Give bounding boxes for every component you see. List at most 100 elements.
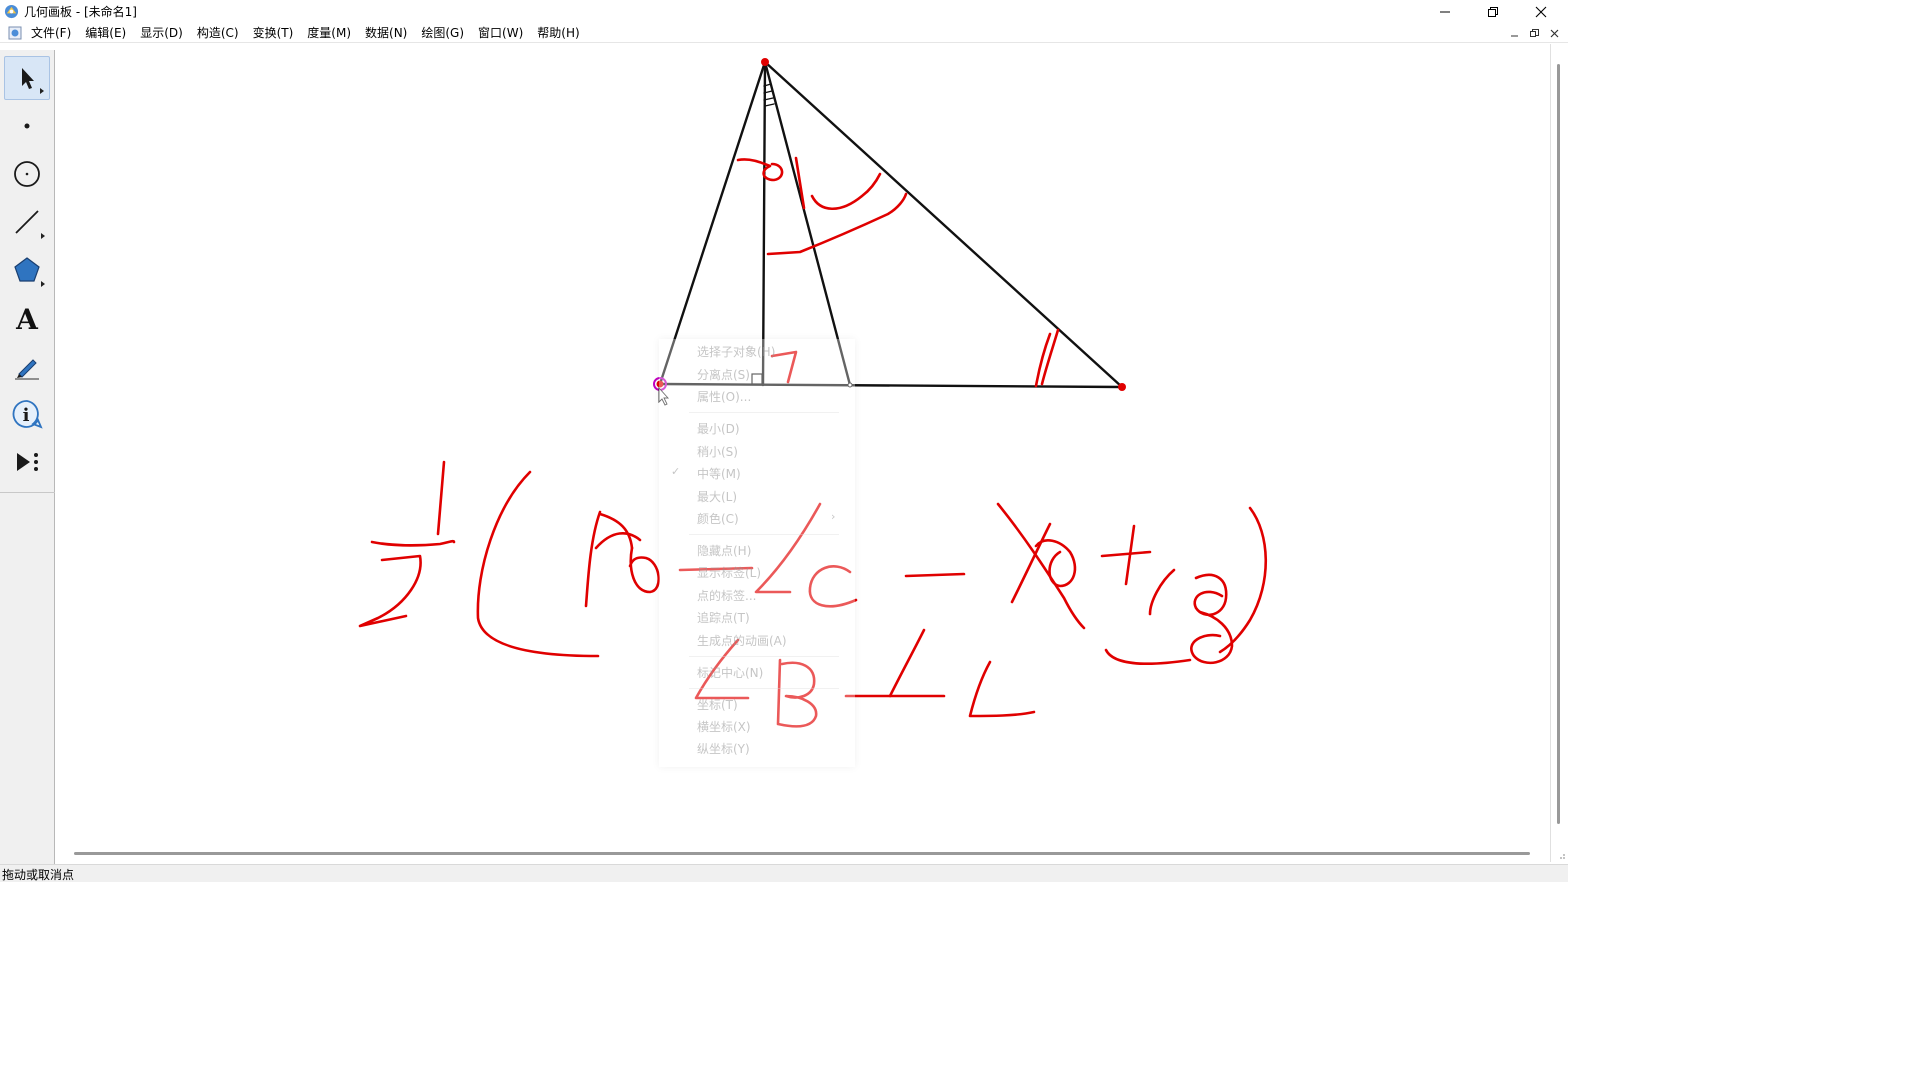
- ink-stroke: [628, 546, 660, 594]
- submenu-arrow-icon: ›: [831, 510, 836, 523]
- doc-restore-button[interactable]: [1524, 25, 1544, 41]
- ink-stroke: [888, 628, 926, 698]
- segment-median[interactable]: [763, 60, 852, 387]
- ink-stroke: [996, 502, 1086, 630]
- menu-item-size-medium[interactable]: 中等(M): [697, 465, 741, 482]
- polygon-tool[interactable]: [4, 248, 50, 292]
- menu-item-select-child[interactable]: 选择子对象(H): [697, 343, 775, 360]
- ink-stroke: [1034, 328, 1060, 388]
- menu-item-size-smallest[interactable]: 最小(D): [697, 420, 740, 437]
- vertical-scrollbar[interactable]: [1550, 44, 1568, 862]
- menu-help[interactable]: 帮助(H): [530, 23, 586, 43]
- doc-minimize-button[interactable]: [1504, 25, 1524, 41]
- horizontal-scroll-thumb[interactable]: [74, 852, 1530, 855]
- menu-separator: [689, 412, 839, 413]
- text-tool[interactable]: A: [4, 296, 50, 340]
- custom-tool[interactable]: [4, 440, 50, 484]
- circle-icon: [14, 161, 40, 187]
- more-tools-indicator: [40, 88, 44, 94]
- horizontal-scrollbar[interactable]: [56, 846, 1550, 862]
- menu-item-animate-point[interactable]: 生成点的动画(A): [697, 632, 787, 649]
- ink-stroke: [766, 192, 908, 256]
- ink-stroke: [904, 572, 966, 578]
- segment-altitude[interactable]: [761, 60, 767, 387]
- ink-stroke: [1010, 522, 1052, 604]
- menu-window[interactable]: 窗口(W): [471, 23, 530, 43]
- menu-item-hide-point[interactable]: 隐藏点(H): [697, 542, 751, 559]
- status-bar: 拖动或取消点: [0, 864, 1568, 882]
- restore-button[interactable]: [1470, 0, 1516, 23]
- more-tools-indicator: [41, 233, 45, 239]
- menu-file[interactable]: 文件(F): [24, 23, 78, 43]
- marker-tool[interactable]: [4, 344, 50, 388]
- vertex-right-point[interactable]: [1118, 383, 1126, 391]
- ink-stroke: [476, 470, 600, 658]
- point-icon: [24, 123, 30, 129]
- menu-item-properties[interactable]: 属性(O)...: [697, 388, 751, 405]
- menu-edit[interactable]: 编辑(E): [78, 23, 133, 43]
- point-tool[interactable]: [4, 104, 50, 148]
- menu-item-point-label[interactable]: 点的标签...: [697, 587, 756, 604]
- ink-stroke: [968, 660, 1036, 718]
- vertical-scroll-thumb[interactable]: [1557, 64, 1560, 824]
- menu-item-show-label[interactable]: 显示标签(L): [697, 564, 761, 581]
- menu-separator: [689, 534, 839, 535]
- window-title: 几何画板 - [未命名1]: [24, 5, 137, 19]
- pen-icon: [15, 359, 39, 380]
- menu-item-size-largest[interactable]: 最大(L): [697, 488, 737, 505]
- menu-item-mark-center[interactable]: 标记中心(N): [697, 664, 763, 681]
- menu-item-trace-point[interactable]: 追踪点(T): [697, 609, 750, 626]
- menu-bar: 文件(F) 编辑(E) 显示(D) 构造(C) 变换(T) 度量(M) 数据(N…: [0, 23, 1568, 43]
- menu-display[interactable]: 显示(D): [133, 23, 190, 43]
- status-text: 拖动或取消点: [2, 868, 75, 882]
- menu-separator: [689, 688, 839, 689]
- document-window-controls: [1504, 25, 1564, 41]
- polygon-icon: [14, 257, 40, 282]
- arrow-select-tool[interactable]: [4, 56, 50, 100]
- menu-separator: [689, 656, 839, 657]
- close-icon: [1550, 29, 1558, 37]
- sketch-canvas[interactable]: 选择子对象(H) 分离点(S) 属性(O)... 最小(D) 稍小(S) ✓ 中…: [56, 44, 1550, 862]
- segment-left-side[interactable]: [658, 60, 767, 386]
- arrow-icon: [22, 68, 34, 89]
- menu-item-size-small[interactable]: 稍小(S): [697, 443, 738, 460]
- ink-stroke: [1104, 648, 1192, 665]
- menu-construct[interactable]: 构造(C): [190, 23, 246, 43]
- minimize-button[interactable]: [1422, 0, 1468, 23]
- menu-item-color[interactable]: 颜色(C): [697, 510, 739, 527]
- ink-stroke: [436, 460, 446, 536]
- info-icon: i: [12, 400, 43, 429]
- resize-grip-icon[interactable]: [1556, 850, 1566, 860]
- menu-items: 文件(F) 编辑(E) 显示(D) 构造(C) 变换(T) 度量(M) 数据(N…: [24, 23, 587, 43]
- checkmark-icon: ✓: [671, 465, 681, 478]
- point-context-menu: 选择子对象(H) 分离点(S) 属性(O)... 最小(D) 稍小(S) ✓ 中…: [659, 339, 855, 767]
- compass-tool[interactable]: [4, 152, 50, 196]
- menu-transform[interactable]: 变换(T): [246, 23, 301, 43]
- title-bar: 几何画板 - [未命名1]: [0, 0, 1568, 23]
- ink-stroke: [1148, 568, 1228, 617]
- ink-stroke: [358, 554, 422, 628]
- restore-icon: [1529, 28, 1539, 37]
- menu-item-coordinates[interactable]: 坐标(T): [697, 696, 738, 713]
- svg-text:i: i: [23, 405, 30, 426]
- toolbox: A i: [0, 50, 55, 864]
- text-a-icon: A: [15, 303, 39, 334]
- information-tool[interactable]: i: [4, 392, 50, 436]
- menu-graph[interactable]: 绘图(G): [414, 23, 471, 43]
- menu-data[interactable]: 数据(N): [358, 23, 414, 43]
- doc-close-button[interactable]: [1544, 25, 1564, 41]
- restore-icon: [1488, 6, 1498, 17]
- minimize-icon: [1440, 11, 1450, 12]
- vertex-top-point[interactable]: [761, 58, 769, 66]
- menu-measure[interactable]: 度量(M): [300, 23, 358, 43]
- menu-item-split-point[interactable]: 分离点(S): [697, 366, 750, 383]
- play-custom-icon: [17, 453, 38, 471]
- menu-item-ordinate[interactable]: 纵坐标(Y): [697, 740, 750, 757]
- menu-item-abscissa[interactable]: 横坐标(X): [697, 718, 751, 735]
- ink-stroke: [1190, 610, 1234, 665]
- more-tools-indicator: [41, 281, 45, 287]
- close-button[interactable]: [1518, 0, 1564, 23]
- straightedge-tool[interactable]: [4, 200, 50, 244]
- minimize-icon: [1510, 35, 1518, 36]
- document-icon[interactable]: [8, 26, 22, 40]
